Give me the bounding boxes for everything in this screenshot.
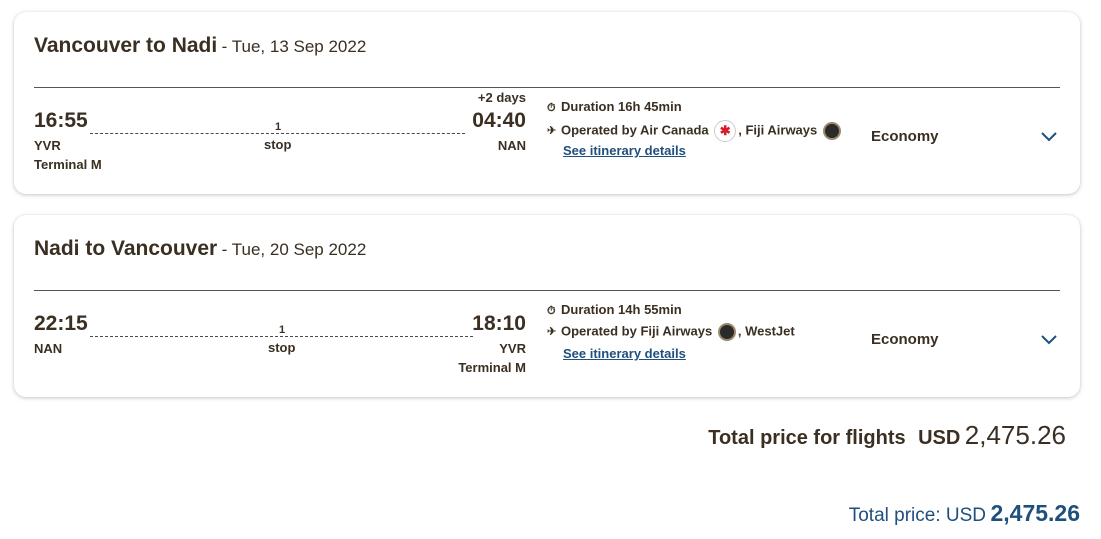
fiji-airways-logo	[822, 122, 841, 140]
operated-second: , Fiji Airways	[738, 122, 818, 138]
arrival-airport-code: NAN	[497, 138, 526, 153]
operated-text: Operated by Air Canada	[561, 122, 709, 138]
chevron-down-icon[interactable]	[1040, 131, 1058, 143]
fiji-airways-logo	[717, 323, 736, 341]
itinerary-details-link[interactable]: See itinerary details	[563, 346, 686, 361]
arrival-time: 18:10	[472, 312, 526, 335]
operated-text: Operated by Fiji Airways	[561, 323, 713, 339]
total-price-currency: USD	[918, 427, 961, 449]
arrival-time: 04:40	[472, 109, 526, 132]
route-date: - Tue, 20 Sep 2022	[221, 240, 367, 259]
footer-total-amount: 2,475.26	[990, 500, 1080, 526]
flight-card-return: Nadi to Vancouver - Tue, 20 Sep 2022 22:…	[14, 215, 1080, 397]
air-canada-logo: ✱	[714, 120, 737, 142]
flight-header: Nadi to Vancouver - Tue, 20 Sep 2022	[34, 237, 366, 261]
divider	[34, 290, 1060, 291]
route-title: Nadi to Vancouver	[34, 237, 218, 260]
operated-row: ✈ Operated by Air Canada ✱, Fiji Airways	[547, 120, 843, 142]
duration-text: Duration 14h 55min	[561, 302, 682, 317]
stops-label: stop	[264, 137, 292, 152]
route-date: - Tue, 13 Sep 2022	[221, 37, 367, 56]
departure-airport-code: YVR	[34, 138, 61, 153]
total-price-flights: Total price for flights USD 2,475.26	[708, 420, 1066, 451]
itinerary-details-link[interactable]: See itinerary details	[563, 143, 686, 158]
total-price-amount: 2,475.26	[964, 420, 1066, 450]
stops-count: 1	[275, 121, 282, 133]
footer-total-label: Total price: USD	[848, 505, 987, 526]
plane-icon: ✈	[547, 125, 557, 138]
flight-card-outbound: Vancouver to Nadi - Tue, 13 Sep 2022 16:…	[14, 12, 1080, 194]
plane-icon: ✈	[547, 326, 557, 339]
duration-row: ⏱ Duration 14h 55min	[547, 302, 682, 318]
total-price-label: Total price for flights	[708, 427, 906, 449]
arrival-terminal: Terminal M	[458, 360, 526, 375]
plus-days-badge: +2 days	[477, 90, 526, 105]
route-line	[90, 336, 473, 337]
total-price-footer: Total price: USD 2,475.26	[849, 500, 1080, 527]
duration-row: ⏱ Duration 16h 45min	[547, 99, 682, 115]
stops-label: stop	[268, 340, 296, 355]
operated-second: , WestJet	[737, 323, 795, 339]
cabin-class: Economy	[871, 128, 939, 145]
divider	[34, 87, 1060, 88]
flight-header: Vancouver to Nadi - Tue, 13 Sep 2022	[34, 34, 366, 58]
chevron-down-icon[interactable]	[1040, 334, 1058, 346]
route-title: Vancouver to Nadi	[34, 34, 218, 57]
arrival-airport-code: YVR	[499, 341, 526, 356]
stopwatch-icon: ⏱	[547, 305, 556, 317]
stops-count: 1	[279, 324, 286, 336]
departure-time: 16:55	[34, 109, 88, 132]
duration-text: Duration 16h 45min	[561, 99, 682, 114]
operated-row: ✈ Operated by Fiji Airways , WestJet	[547, 323, 795, 341]
departure-airport-code: NAN	[34, 341, 63, 356]
route-line	[90, 133, 465, 134]
stopwatch-icon: ⏱	[547, 102, 556, 114]
departure-terminal: Terminal M	[34, 157, 102, 172]
departure-time: 22:15	[34, 312, 88, 335]
cabin-class: Economy	[871, 331, 939, 348]
